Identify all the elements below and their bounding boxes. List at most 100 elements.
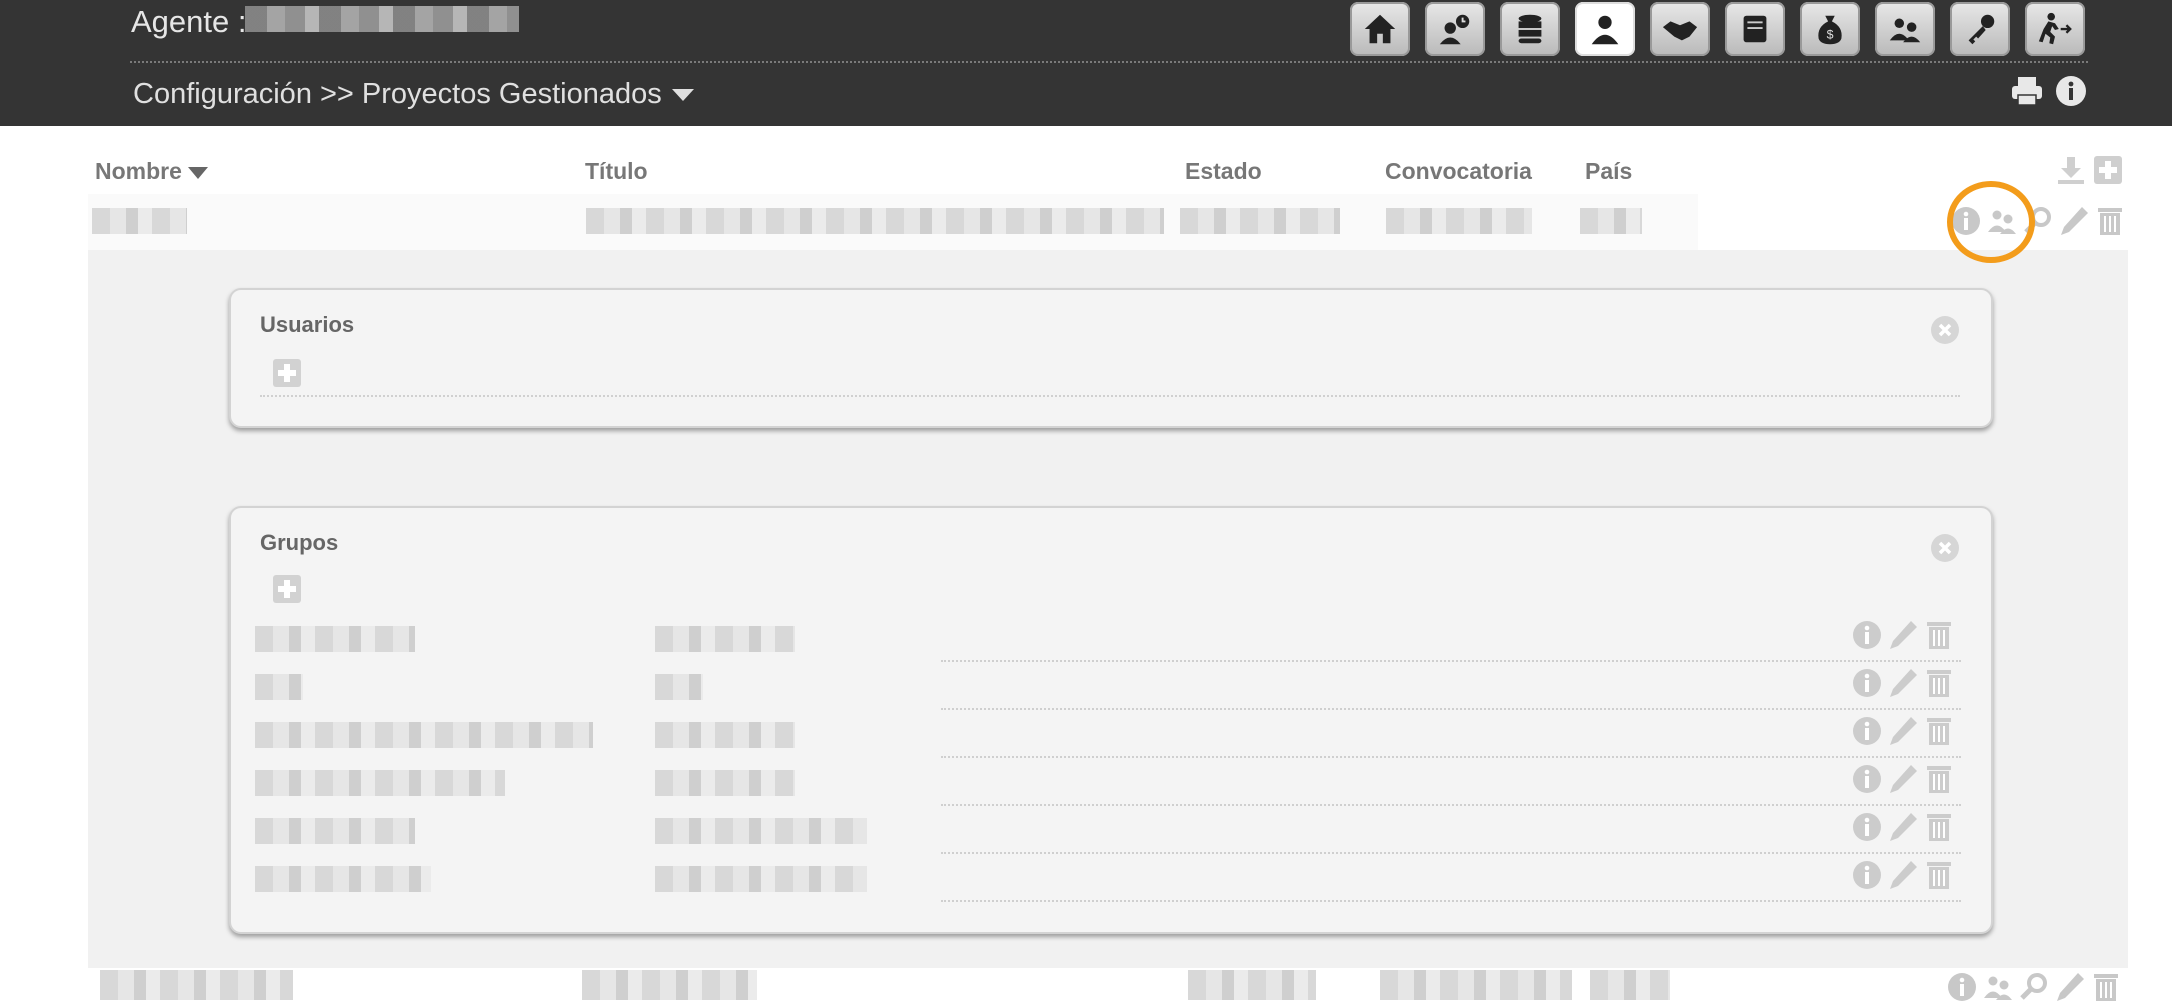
row-titulo-redacted (586, 208, 1164, 234)
row-convocatoria-redacted (1380, 970, 1572, 1000)
edit-pencil-icon[interactable] (1887, 714, 1919, 748)
group-type-redacted (655, 722, 795, 748)
agent-name-redacted (245, 6, 519, 32)
book-button[interactable] (1725, 2, 1785, 56)
home-button[interactable] (1350, 2, 1410, 56)
row-nombre-redacted (100, 970, 293, 1000)
top-bar: Agente : Configuración >> Proyectos Gest… (0, 0, 2172, 126)
column-header-label: Nombre (95, 158, 182, 184)
list-item[interactable] (231, 806, 1991, 854)
exit-button[interactable] (2025, 2, 2085, 56)
group-name-redacted (255, 818, 415, 844)
group-name-redacted (255, 770, 505, 796)
column-header-pais[interactable]: País (1585, 158, 1632, 185)
edit-pencil-icon[interactable] (1887, 810, 1919, 844)
group-row-actions (1851, 618, 1955, 892)
column-header-titulo[interactable]: Título (585, 158, 648, 185)
column-header-nombre[interactable]: Nombre (95, 158, 208, 185)
agent-label: Agente : (131, 4, 247, 39)
svg-text:$: $ (1827, 28, 1834, 42)
info-icon[interactable] (1851, 810, 1883, 844)
usuarios-divider (260, 395, 1960, 397)
row-estado-redacted (1188, 970, 1316, 1000)
trash-icon[interactable] (2090, 970, 2122, 1004)
column-header-convocatoria[interactable]: Convocatoria (1385, 158, 1532, 185)
info-icon[interactable] (1851, 858, 1883, 892)
highlight-circle (1947, 181, 2035, 263)
book-icon (1743, 15, 1767, 43)
list-item[interactable] (231, 854, 1991, 902)
search-icon[interactable] (2018, 970, 2050, 1004)
group-type-redacted (655, 770, 795, 796)
breadcrumb-text: Configuración >> Proyectos Gestionados (133, 78, 662, 110)
exit-icon (2038, 12, 2072, 45)
info-icon[interactable] (2054, 74, 2088, 108)
money-bag-button[interactable]: $ (1800, 2, 1860, 56)
row-pais-redacted (1590, 970, 1670, 1000)
grupos-title: Grupos (260, 530, 339, 555)
users-button[interactable] (1875, 2, 1935, 56)
database-button[interactable] (1500, 2, 1560, 56)
edit-pencil-icon[interactable] (2054, 970, 2086, 1004)
list-item[interactable] (231, 710, 1991, 758)
trash-icon[interactable] (1923, 666, 1955, 700)
trash-icon[interactable] (2094, 204, 2126, 238)
row-estado-redacted (1180, 208, 1340, 234)
usuarios-title: Usuarios (260, 312, 355, 337)
group-row-action-set (1851, 618, 1955, 652)
group-name-redacted (255, 722, 593, 748)
user-button[interactable] (1575, 2, 1635, 56)
info-icon[interactable] (1946, 970, 1978, 1004)
users-icon[interactable] (1982, 970, 2014, 1004)
money-bag-icon: $ (1818, 15, 1842, 45)
group-name-redacted (255, 866, 431, 892)
list-item[interactable] (231, 758, 1991, 806)
row-actions (1946, 970, 2122, 1004)
list-item[interactable] (231, 614, 1991, 662)
key-icon (1968, 14, 1995, 45)
row-pais-redacted (1580, 208, 1642, 234)
info-icon[interactable] (1851, 714, 1883, 748)
chevron-down-icon[interactable] (671, 89, 694, 102)
key-button[interactable] (1950, 2, 2010, 56)
handshake-button[interactable] (1650, 2, 1710, 56)
group-name-redacted (255, 674, 303, 700)
column-header-estado[interactable]: Estado (1185, 158, 1262, 185)
row-divider (941, 900, 1961, 902)
info-icon[interactable] (1851, 762, 1883, 796)
edit-pencil-icon[interactable] (1887, 666, 1919, 700)
group-row-action-set (1851, 762, 1955, 796)
list-item[interactable] (231, 662, 1991, 710)
group-row-action-set (1851, 858, 1955, 892)
edit-pencil-icon[interactable] (1887, 762, 1919, 796)
add-project-icon[interactable] (2092, 154, 2124, 186)
trash-icon[interactable] (1923, 762, 1955, 796)
trash-icon[interactable] (1923, 810, 1955, 844)
info-icon[interactable] (1851, 618, 1883, 652)
close-icon[interactable] (1929, 314, 1961, 346)
add-group-icon[interactable] (272, 574, 302, 604)
calendar-person-button[interactable] (1425, 2, 1485, 56)
add-user-icon[interactable] (272, 358, 302, 388)
group-type-redacted (655, 674, 703, 700)
info-icon[interactable] (1851, 666, 1883, 700)
header-divider (130, 61, 2088, 63)
calendar-person-icon (1439, 14, 1470, 45)
edit-pencil-icon[interactable] (1887, 858, 1919, 892)
trash-icon[interactable] (1923, 858, 1955, 892)
edit-pencil-icon[interactable] (2058, 204, 2090, 238)
breadcrumb[interactable]: Configuración >> Proyectos Gestionados (133, 78, 694, 111)
home-icon (1364, 14, 1396, 44)
close-icon[interactable] (1929, 532, 1961, 564)
row-nombre-redacted (92, 208, 187, 234)
trash-icon[interactable] (1923, 618, 1955, 652)
sort-down-icon[interactable] (187, 166, 208, 179)
download-icon[interactable] (2055, 154, 2087, 186)
print-icon[interactable] (2010, 74, 2044, 108)
edit-pencil-icon[interactable] (1887, 618, 1919, 652)
group-row-action-set (1851, 714, 1955, 748)
trash-icon[interactable] (1923, 714, 1955, 748)
group-name-redacted (255, 626, 415, 652)
group-row-action-set (1851, 810, 1955, 844)
group-type-redacted (655, 626, 795, 652)
